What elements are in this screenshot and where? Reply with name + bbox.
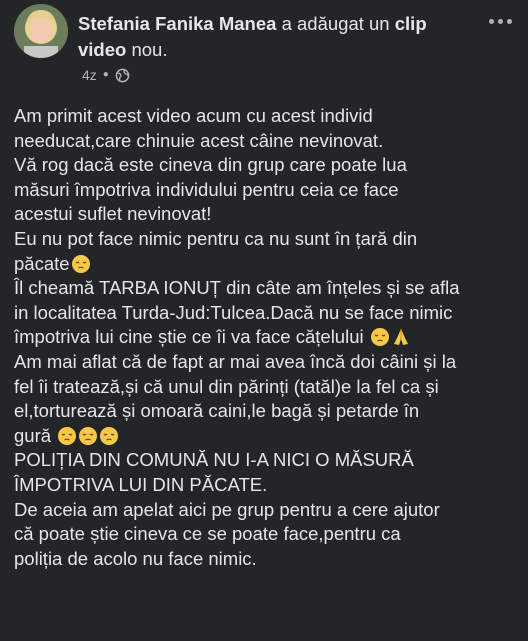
more-dot (506, 18, 512, 24)
more-dot (497, 18, 503, 24)
author-name[interactable]: Stefania Fanika Manea (78, 13, 276, 34)
post-line: POLIȚIA DIN COMUNĂ NU I-A NICI O MĂSURĂ (14, 449, 414, 471)
post-line: măsuri împotriva individului pentru ceia… (14, 178, 399, 200)
post-line: De aceia am apelat aici pe grup pentru a… (14, 498, 440, 520)
post-line-with-emoji: păcate (14, 252, 520, 277)
avatar[interactable] (14, 4, 68, 58)
meta-separator: ● (102, 69, 109, 80)
post-meta: 4z ● (82, 66, 130, 84)
facebook-post: Stefania Fanika Manea a adăugat un clip … (0, 0, 528, 641)
post-line: fel îi tratează,și că unul din părinți (… (14, 375, 439, 397)
post-line: el,torturează și omoară caini,le bagă și… (14, 400, 420, 422)
action-suffix: nou. (126, 39, 168, 60)
post-line: Eu nu pot face nimic pentru ca nu sunt î… (14, 227, 418, 249)
action-prefix: a adăugat un (276, 13, 395, 34)
post-line-text: păcate (14, 252, 70, 274)
pensive-face-icon (100, 426, 119, 445)
post-line-with-emoji: gură (14, 424, 520, 449)
post-line: Am mai aflat că de fapt ar mai avea încă… (14, 350, 457, 372)
post-timestamp[interactable]: 4z (82, 67, 97, 83)
post-line-text: împotriva lui cine știe ce îi va face că… (14, 326, 364, 348)
more-options-icon[interactable] (486, 10, 514, 32)
more-dot (488, 18, 494, 24)
post-line-with-emoji: împotriva lui cine știe ce îi va face că… (14, 325, 520, 350)
pensive-face-icon (71, 254, 90, 273)
avatar-image (14, 4, 68, 58)
post-body: Am primit acest video acum cu acest indi… (14, 104, 520, 571)
pensive-face-icon (79, 426, 98, 445)
post-line: Vă rog dacă este cineva din grup care po… (14, 154, 407, 176)
post-line: acestui suflet nevinovat! (14, 203, 212, 225)
folded-hands-icon (393, 329, 408, 346)
pensive-face-icon (58, 426, 77, 445)
post-line: in localitatea Turda-Jud:Tulcea.Dacă nu … (14, 301, 453, 323)
pensive-face-icon (370, 328, 389, 347)
post-line: poliția de acolo nu face nimic. (14, 547, 257, 569)
post-line: needucat,care chinuie acest câine nevino… (14, 129, 384, 151)
post-line: că poate știe cineva ce se poate face,pe… (14, 523, 401, 545)
post-line-text: gură (14, 424, 52, 446)
globe-icon[interactable] (115, 68, 130, 83)
post-line: Am primit acest video acum cu acest indi… (14, 105, 373, 126)
post-header: Stefania Fanika Manea a adăugat un clip … (78, 11, 468, 63)
post-line: ÎMPOTRIVA LUI DIN PĂCATE. (14, 473, 268, 495)
post-line: Îl cheamă TARBA IONUȚ din câte am înțele… (14, 277, 460, 299)
